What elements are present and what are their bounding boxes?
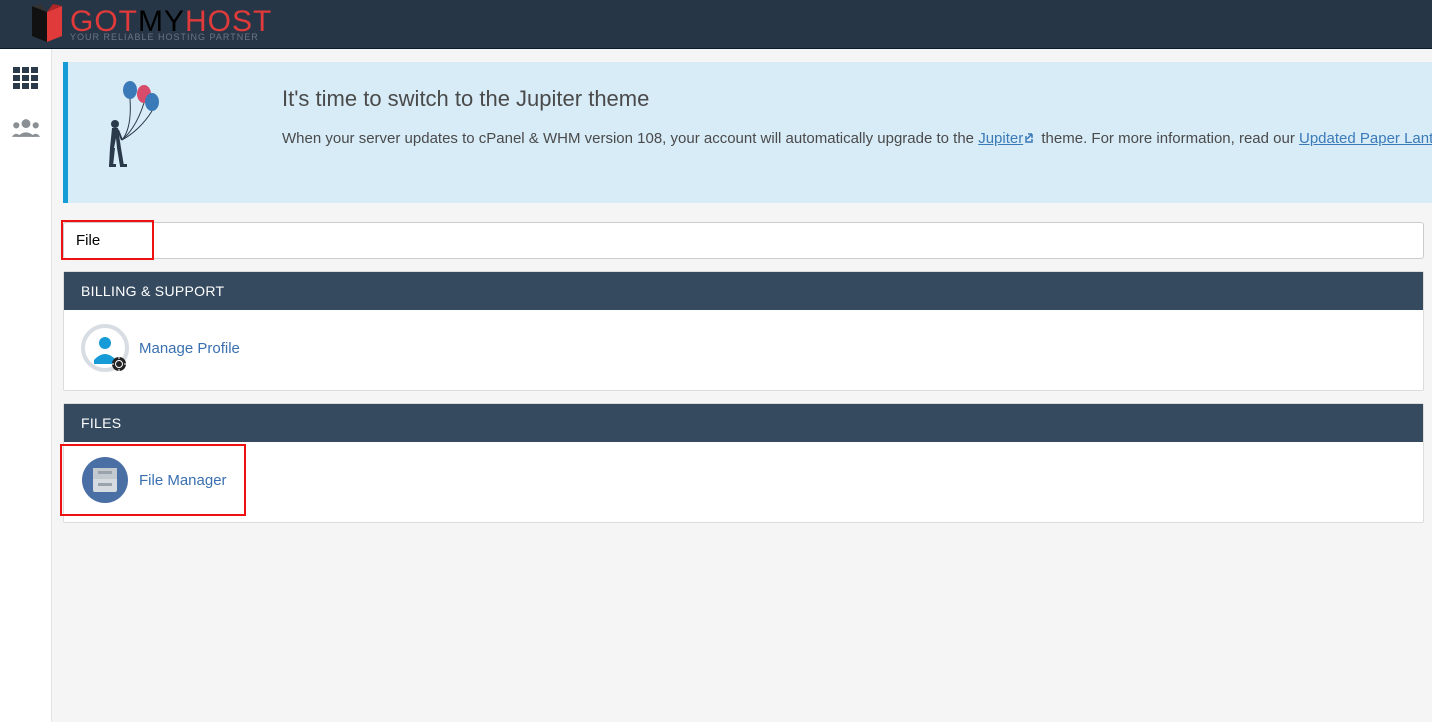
theme-switch-notice: It's time to switch to the Jupiter theme…: [63, 62, 1432, 203]
file-manager-link[interactable]: File Manager: [139, 472, 227, 489]
external-link-icon: [1025, 131, 1037, 148]
paper-lantern-link[interactable]: Updated Paper Lantern R: [1299, 130, 1432, 147]
brand-logo-icon: [28, 4, 66, 44]
search-container: [63, 222, 1424, 259]
apps-grid-icon[interactable]: [11, 63, 41, 93]
side-rail: [0, 49, 52, 722]
manage-profile-link[interactable]: Manage Profile: [139, 340, 240, 357]
billing-panel: BILLING & SUPPORT: [63, 271, 1424, 391]
users-icon[interactable]: [11, 113, 41, 143]
notice-body: When your server updates to cPanel & WHM…: [282, 130, 1432, 148]
files-panel-header[interactable]: FILES: [64, 404, 1423, 442]
manage-profile-icon: [81, 324, 129, 372]
jupiter-link[interactable]: Jupiter: [978, 130, 1037, 147]
billing-panel-header[interactable]: BILLING & SUPPORT: [64, 272, 1423, 310]
search-input[interactable]: [63, 222, 1424, 259]
brand-logo[interactable]: GOTMYHOST YOUR RELIABLE HOSTING PARTNER: [28, 4, 272, 44]
main-content: It's time to switch to the Jupiter theme…: [52, 49, 1432, 722]
brand-logo-text: GOTMYHOST YOUR RELIABLE HOSTING PARTNER: [70, 7, 272, 42]
notice-illustration-icon: [104, 78, 162, 179]
top-bar: GOTMYHOST YOUR RELIABLE HOSTING PARTNER: [0, 0, 1432, 49]
files-panel: FILES File Manager: [63, 403, 1424, 523]
notice-title: It's time to switch to the Jupiter theme: [282, 86, 1432, 112]
file-manager-icon: [81, 456, 129, 504]
